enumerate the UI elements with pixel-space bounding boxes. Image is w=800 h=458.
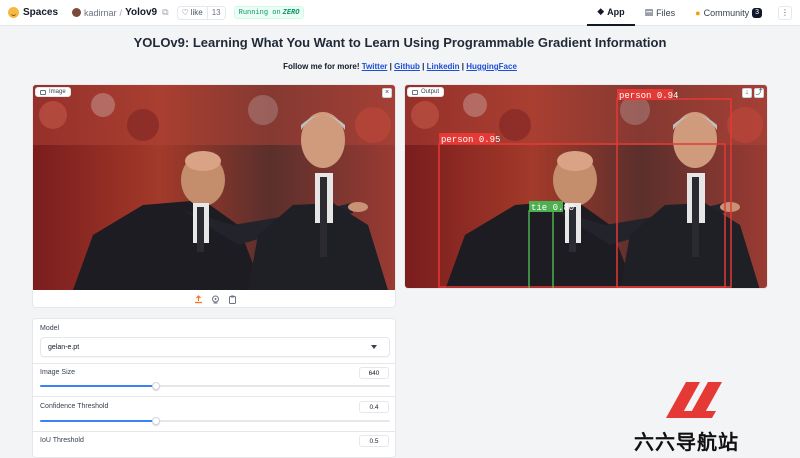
more-options-button[interactable]: ⋮ [778, 5, 792, 20]
top-bar: Spaces kadirnar / Yolov9 ⧉ ♡ like 13 Run… [0, 0, 800, 26]
close-icon: × [384, 89, 390, 96]
tab-files-label: Files [656, 7, 676, 18]
download-icon: ↓ [745, 89, 749, 96]
download-button[interactable]: ↓ [742, 88, 752, 98]
input-image-panel: Image × [32, 84, 396, 308]
output-photo: person 0.95 person 0.94 tie 0.80 [405, 85, 767, 288]
like-count: 13 [206, 6, 225, 19]
owner-avatar [72, 8, 82, 17]
github-link[interactable]: Github [394, 62, 420, 71]
link-separator: | [461, 62, 464, 71]
follow-text: Follow me for more! [283, 62, 360, 71]
model-selected-value: gelan-e.pt [48, 343, 80, 351]
spaces-logo[interactable]: Spaces [8, 7, 58, 18]
share-button[interactable]: ⤴ [754, 88, 764, 98]
image-size-label: Image Size [40, 369, 76, 376]
community-icon: ● [695, 7, 701, 18]
image-icon [412, 89, 418, 95]
confidence-input[interactable]: 0.4 [359, 401, 389, 413]
svg-text:person 0.94: person 0.94 [619, 91, 678, 101]
output-image-label-text: Output [421, 89, 440, 95]
watermark-text: 六六导航站 [634, 430, 739, 454]
divider [33, 363, 395, 364]
image-size-input[interactable]: 640 [359, 367, 389, 379]
clear-image-button[interactable]: × [382, 88, 392, 98]
output-image-panel: Output ↓ ⤴ person 0.95 person 0.94 tie 0… [404, 84, 768, 289]
webcam-icon[interactable] [211, 295, 220, 304]
twitter-link[interactable]: Twitter [362, 62, 388, 71]
space-nav: ◆ App ▤ Files ● Community 3 ⋮ [587, 0, 792, 26]
input-photo[interactable] [33, 85, 396, 290]
svg-text:tie 0.80: tie 0.80 [531, 203, 574, 213]
site-watermark: 六六导航站 [628, 378, 768, 454]
input-image-label: Image [35, 87, 71, 97]
slider-thumb[interactable] [151, 382, 160, 390]
upload-icon[interactable] [194, 295, 203, 304]
running-prefix: Running on [238, 8, 281, 17]
svg-text:person 0.95: person 0.95 [441, 135, 500, 145]
community-count-badge: 3 [752, 7, 762, 18]
slider-fill [40, 420, 156, 422]
more-icon: ⋮ [781, 8, 789, 17]
watermark-logo [666, 382, 722, 418]
divider [33, 396, 395, 397]
input-image-label-text: Image [49, 89, 66, 95]
share-icon: ⤴ [755, 89, 763, 96]
tab-files[interactable]: ▤ Files [635, 0, 686, 26]
confidence-slider[interactable] [40, 416, 390, 426]
clipboard-icon[interactable] [228, 295, 237, 304]
like-button[interactable]: ♡ like 13 [176, 5, 226, 20]
divider [33, 431, 395, 432]
repo-name-link[interactable]: Yolov9 [125, 7, 157, 18]
app-icon: ◆ [597, 6, 605, 16]
controls-panel: Model gelan-e.pt Image Size 640 Confiden… [32, 318, 396, 458]
tab-community-label: Community [703, 7, 750, 18]
tab-app-label: App [607, 6, 625, 17]
image-size-slider[interactable] [40, 381, 390, 391]
slider-thumb[interactable] [151, 417, 160, 425]
like-label-wrap: ♡ like [178, 8, 207, 17]
link-separator: | [422, 62, 425, 71]
files-icon: ▤ [644, 7, 654, 17]
hugging-face-icon [8, 7, 19, 18]
image-icon [40, 89, 46, 95]
slider-fill [40, 385, 156, 387]
repo-breadcrumb: kadirnar / Yolov9 ⧉ [72, 7, 169, 18]
running-hardware: ZERO [282, 8, 300, 17]
tab-app[interactable]: ◆ App [587, 0, 635, 26]
link-separator: | [389, 62, 392, 71]
owner-link[interactable]: kadirnar [84, 8, 117, 18]
running-status-badge: Running on ZERO [233, 6, 305, 19]
image-source-toolbar [33, 290, 395, 307]
iou-input[interactable]: 0.5 [359, 435, 389, 447]
output-image-label: Output [407, 87, 445, 97]
breadcrumb-separator: / [119, 7, 123, 18]
like-label: like [190, 8, 203, 17]
model-label: Model [40, 325, 60, 332]
iou-label: IoU Threshold [40, 437, 84, 444]
spaces-label: Spaces [23, 7, 59, 18]
follow-line: Follow me for more! Twitter | Github | L… [0, 62, 800, 71]
tab-community[interactable]: ● Community 3 [685, 0, 772, 26]
model-dropdown[interactable]: gelan-e.pt [40, 337, 390, 357]
copy-icon[interactable]: ⧉ [162, 7, 168, 18]
linkedin-link[interactable]: Linkedin [427, 62, 460, 71]
page-title: YOLOv9: Learning What You Want to Learn … [133, 35, 667, 50]
heart-icon: ♡ [181, 8, 189, 17]
confidence-label: Confidence Threshold [40, 403, 109, 410]
chevron-down-icon [371, 345, 377, 349]
huggingface-link[interactable]: HuggingFace [466, 62, 517, 71]
